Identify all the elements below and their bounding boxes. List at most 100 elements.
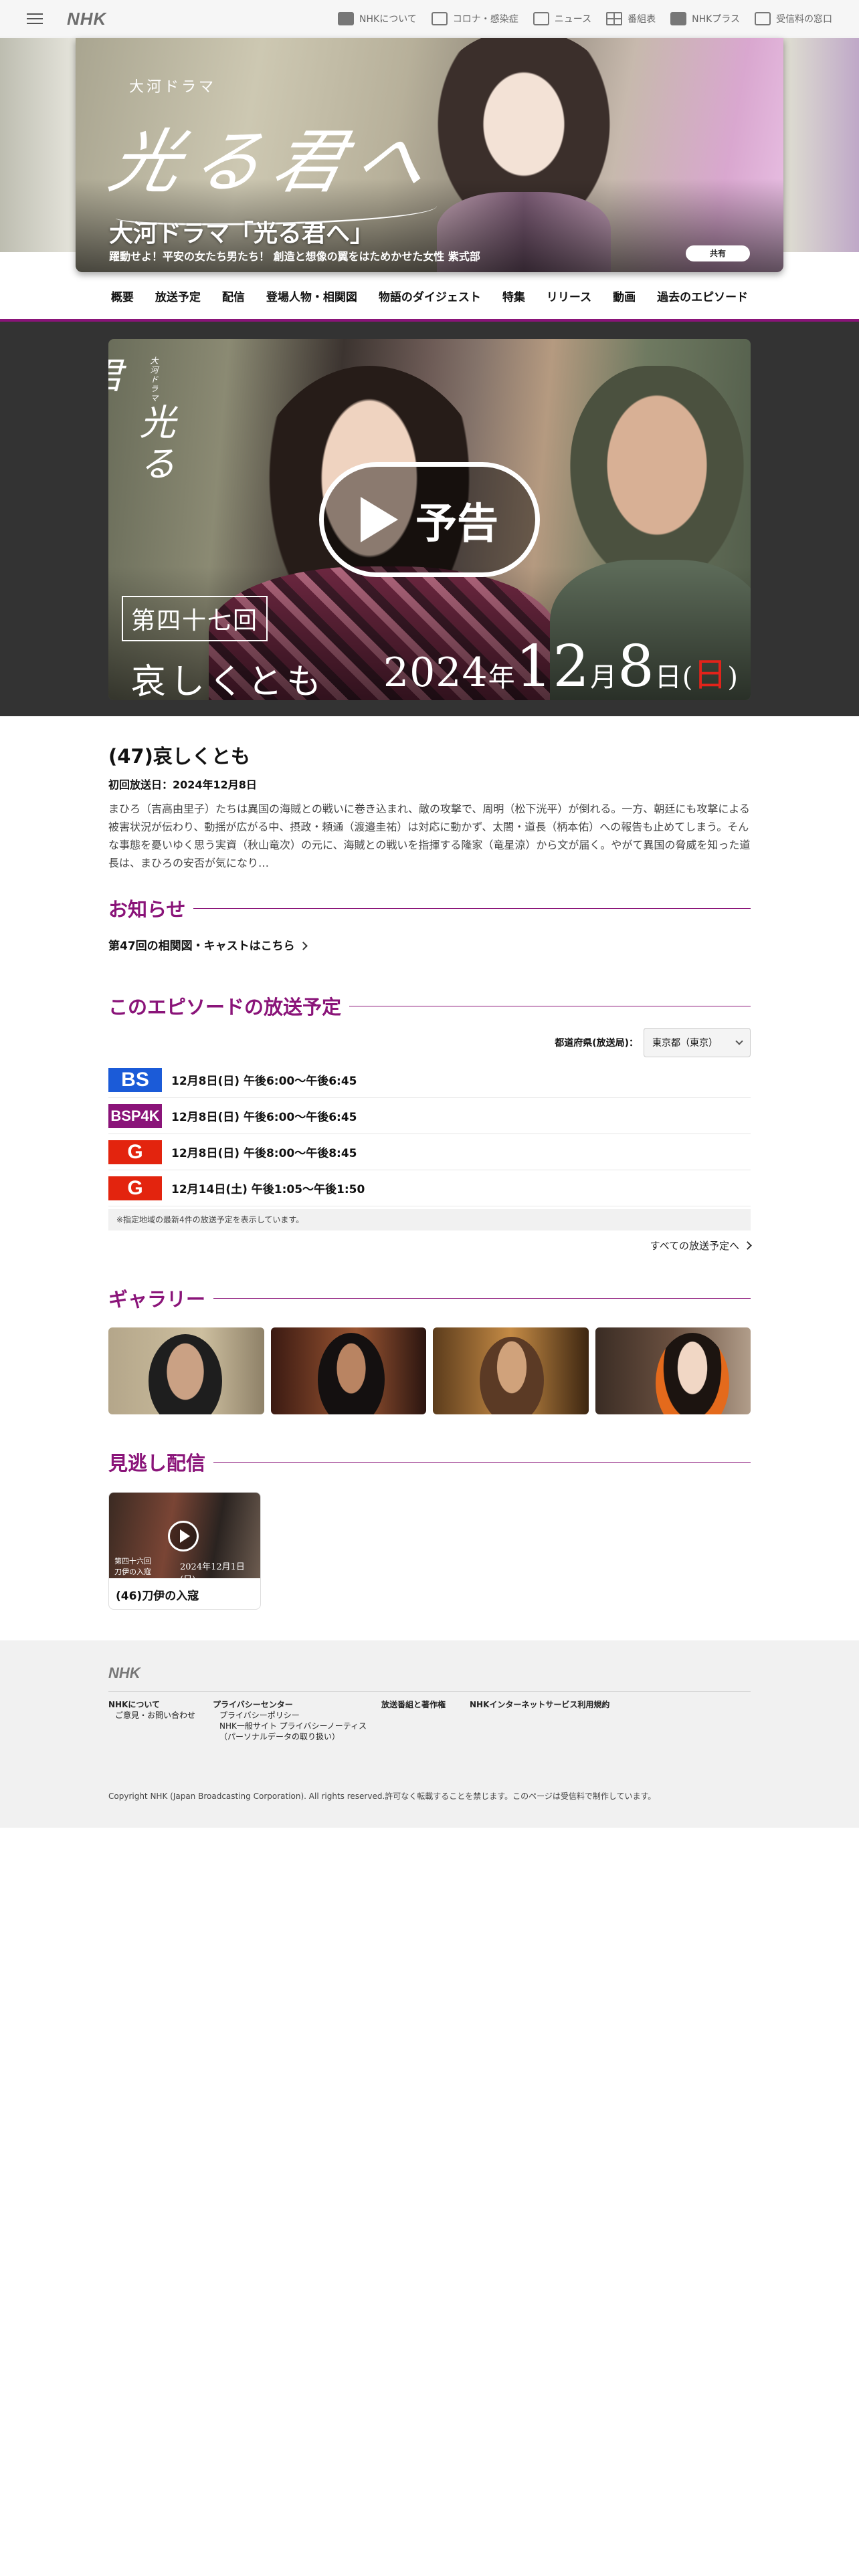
trailer-logo-text: 光る君 — [108, 356, 175, 486]
channel-badge-g: G — [108, 1140, 162, 1164]
missed-thumb-date: 2024年12月1日(日) — [180, 1562, 245, 1585]
episode-heading: (47)哀しくとも — [108, 745, 250, 768]
gallery-heading-text: ギャラリー — [108, 1288, 206, 1311]
schedule-list: BS 12月8日(日) 午後6:00〜午後6:45 BSP4K 12月8日(日) 午… — [108, 1062, 751, 1206]
footer: NHK NHKについて ご意見・お問い合わせ プライバシーセンター プライバシー… — [0, 1640, 859, 1828]
link-label: 番組表 — [628, 14, 656, 25]
gallery-image[interactable] — [108, 1327, 264, 1414]
footer-nhk-logo[interactable]: NHK — [108, 1665, 140, 1682]
date-month-unit: 月 — [590, 662, 618, 693]
nav-item-schedule[interactable]: 放送予定 — [145, 274, 211, 314]
date-day-unit: 日 — [654, 662, 682, 693]
nav-item-features[interactable]: 特集 — [492, 274, 536, 314]
fee-window-icon — [755, 12, 771, 25]
virus-info-icon — [431, 12, 448, 25]
top-bar: NHK NHKについて コロナ・感染症 ニュース 番組表 NHKプラス 受信料の… — [0, 0, 859, 37]
footer-link-contact[interactable]: ご意見・お問い合わせ — [108, 1710, 195, 1721]
missed-episode-card[interactable]: 第四十六回 刀伊の入寇 2024年12月1日(日) (46)刀伊の入寇 — [108, 1492, 261, 1610]
nhk-logo[interactable]: NHK — [67, 9, 106, 29]
hamburger-menu-icon[interactable] — [27, 11, 43, 27]
trailer-video[interactable]: 大河ドラマ光る君 予告 第四十七回 哀しくとも 2024年12月8日(日) — [108, 339, 751, 700]
play-icon — [168, 1521, 199, 1551]
link-label: NHKプラス — [692, 14, 740, 25]
nav-item-release[interactable]: リリース — [536, 274, 602, 314]
schedule-time: 12月8日(日) 午後6:00〜午後6:45 — [171, 1075, 357, 1088]
schedule-row[interactable]: BSP4K 12月8日(日) 午後6:00〜午後6:45 — [108, 1098, 751, 1134]
trailer-man-figure — [570, 366, 744, 586]
link-label: ニュース — [554, 14, 592, 25]
link-news[interactable]: ニュース — [533, 9, 591, 28]
link-program-guide[interactable]: 番組表 — [606, 9, 656, 28]
link-label: コロナ・感染症 — [452, 14, 518, 25]
date-year-unit: 年 — [488, 662, 516, 693]
schedule-time: 12月8日(日) 午後6:00〜午後6:45 — [171, 1111, 357, 1124]
episode-description: まひろ（吉高由里子）たちは異国の海賊との戦いに巻き込まれ、敵の攻撃で、周明（松下… — [108, 802, 751, 869]
gallery-image[interactable] — [595, 1327, 751, 1414]
date-day: 8 — [617, 633, 655, 700]
nav-item-digest[interactable]: 物語のダイジェスト — [368, 274, 492, 314]
prefecture-select[interactable]: 東京都（東京） — [644, 1028, 751, 1057]
link-nhk-plus[interactable]: NHKプラス — [670, 9, 740, 28]
episode-number-label: 第四十七回 — [122, 596, 268, 641]
cast-chart-link[interactable]: 第47回の相関図・キャストはこちら — [108, 936, 751, 953]
share-button[interactable]: 共有 — [686, 245, 750, 261]
nav-item-videos[interactable]: 動画 — [602, 274, 646, 314]
first-air-date: 初回放送日：2024年12月8日 — [108, 778, 257, 791]
trailer-logo-kicker: 大河ドラマ — [149, 356, 159, 403]
news-heading-text: お知らせ — [108, 898, 186, 921]
prefecture-value: 東京都（東京） — [652, 1038, 718, 1049]
hero-title-logo: 光る君へ — [102, 121, 446, 203]
channel-badge-bsp4k: BSP4K — [108, 1103, 162, 1128]
chevron-right-icon — [298, 942, 308, 950]
footer-link-terms[interactable]: NHKインターネットサービス利用規約 — [470, 1699, 609, 1710]
channel-badge-g: G — [108, 1176, 162, 1200]
schedule-time: 12月8日(日) 午後8:00〜午後8:45 — [171, 1147, 357, 1160]
nav-item-characters[interactable]: 登場人物・相関図 — [256, 274, 368, 314]
program-guide-icon — [606, 12, 623, 25]
footer-link-privacy-center[interactable]: プライバシーセンター — [213, 1699, 367, 1710]
footer-link-privacy-notice[interactable]: NHK一般サイト プライバシーノーティス — [213, 1721, 367, 1731]
link-corona[interactable]: コロナ・感染症 — [431, 9, 518, 28]
hero-banner: 大河ドラマ 光る君へ 大河ドラマ「光る君へ」 躍動せよ！平安の女たち男たち！ 創… — [76, 38, 783, 272]
schedule-row[interactable]: BS 12月8日(日) 午後6:00〜午後6:45 — [108, 1062, 751, 1098]
all-schedule-link[interactable]: すべての放送予定へ — [108, 1239, 752, 1253]
nav-item-overview[interactable]: 概要 — [100, 274, 145, 314]
news-icon — [533, 12, 549, 25]
schedule-heading-text: このエピソードの放送予定 — [108, 996, 342, 1018]
chevron-right-icon — [743, 1241, 752, 1250]
schedule-row[interactable]: G 12月8日(日) 午後8:00〜午後8:45 — [108, 1134, 751, 1170]
schedule-note: ※指定地域の最新4件の放送予定を表示しています。 — [108, 1209, 751, 1230]
nav-item-past-episodes[interactable]: 過去のエピソード — [646, 274, 759, 314]
footer-link-privacy-policy[interactable]: プライバシーポリシー — [213, 1710, 367, 1721]
date-year: 2024 — [383, 649, 488, 696]
cast-chart-link-text: 第47回の相関図・キャストはこちら — [108, 940, 295, 953]
gallery-image[interactable] — [270, 1327, 426, 1414]
play-label: 予告 — [415, 499, 498, 548]
missed-thumb-title: 刀伊の入寇 — [114, 1568, 151, 1576]
nav-item-streaming[interactable]: 配信 — [211, 274, 256, 314]
footer-link-personal-data[interactable]: （パーソナルデータの取り扱い） — [213, 1731, 367, 1742]
schedule-row[interactable]: G 12月14日(土) 午後1:05〜午後1:50 — [108, 1170, 751, 1206]
trailer-play-button[interactable]: 予告 — [319, 462, 540, 577]
hero-subtitle: 躍動せよ！平安の女たち男たち！ 創造と想像の翼をはためかせた女性 紫式部 — [109, 250, 480, 263]
link-fee-window[interactable]: 受信料の窓口 — [755, 9, 832, 28]
nhk-mini-icon — [338, 12, 355, 25]
missed-thumb-episode: 第四十六回 — [114, 1557, 151, 1566]
link-label: 受信料の窓口 — [776, 14, 832, 25]
chevron-down-icon — [735, 1037, 743, 1045]
link-about-nhk[interactable]: NHKについて — [338, 9, 417, 28]
schedule-time: 12月14日(土) 午後1:05〜午後1:50 — [171, 1183, 365, 1196]
date-month: 12 — [515, 633, 591, 700]
date-paren-open: ( — [682, 662, 694, 693]
news-heading: お知らせ — [108, 894, 751, 922]
main-nav: 概要 放送予定 配信 登場人物・相関図 物語のダイジェスト 特集 リリース 動画… — [0, 274, 859, 314]
play-icon — [360, 497, 398, 542]
gallery-image[interactable] — [433, 1327, 589, 1414]
channel-badge-bs: BS — [108, 1067, 162, 1092]
hero-kicker: 大河ドラマ — [129, 79, 217, 96]
footer-link-copyright[interactable]: 放送番組と著作権 — [381, 1699, 446, 1710]
footer-link-about[interactable]: NHKについて — [108, 1699, 195, 1710]
date-weekday: 日 — [693, 655, 728, 694]
footer-col-privacy: プライバシーセンター プライバシーポリシー NHK一般サイト プライバシーノーテ… — [213, 1699, 367, 1742]
hero-title: 大河ドラマ「光る君へ」 — [109, 220, 375, 247]
